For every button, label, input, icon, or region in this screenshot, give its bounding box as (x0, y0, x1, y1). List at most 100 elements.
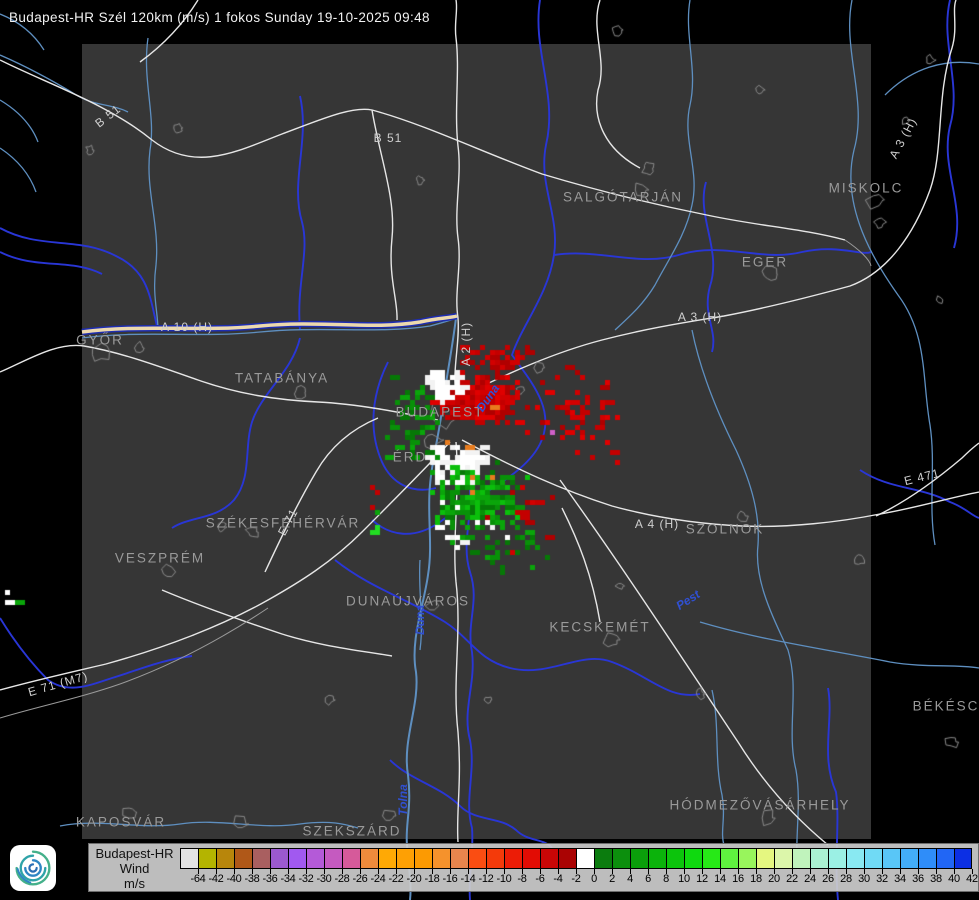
legend-tick-label: -22 (388, 873, 404, 885)
legend-swatch (522, 848, 540, 869)
legend-tick-label: 28 (840, 873, 852, 885)
legend-tick-label: 10 (678, 873, 690, 885)
legend-tick-label: -28 (334, 873, 350, 885)
legend-tick-label: -2 (571, 873, 581, 885)
legend-tick-label: 22 (786, 873, 798, 885)
legend-swatch (468, 848, 486, 869)
legend-swatch (432, 848, 450, 869)
legend-swatch (378, 848, 396, 869)
legend-swatch (450, 848, 468, 869)
legend-swatch (882, 848, 900, 869)
legend-tick-label: -36 (262, 873, 278, 885)
legend-tick-label: -42 (208, 873, 224, 885)
legend-tick-label: 0 (591, 873, 597, 885)
legend-swatch (558, 848, 576, 869)
legend-numbers: -64 -42 -40 -38 -36 -34 -32 -30 -28 -26 -24 -22 -20-… (180, 873, 979, 887)
legend-swatch (828, 848, 846, 869)
legend-swatch (612, 848, 630, 869)
legend-tick-label: 38 (930, 873, 942, 885)
legend-tick-label: -40 (226, 873, 242, 885)
legend-tick-label: -24 (370, 873, 386, 885)
legend-tick-label: -14 (460, 873, 476, 885)
legend-tick-label: -16 (442, 873, 458, 885)
legend-tick-label: 20 (768, 873, 780, 885)
legend-tick-label: 36 (912, 873, 924, 885)
legend-swatch (864, 848, 882, 869)
legend-tick-label: 26 (822, 873, 834, 885)
legend-tick-label: -38 (244, 873, 260, 885)
legend-swatch (540, 848, 558, 869)
legend-tick-label: 42 (966, 873, 978, 885)
legend-swatch (630, 848, 648, 869)
legend-swatch (666, 848, 684, 869)
legend-swatch (738, 848, 756, 869)
legend-tick-label: -6 (535, 873, 545, 885)
legend-unit: m/s (124, 876, 145, 891)
legend-product: Budapest-HR (95, 846, 174, 861)
storm-spiral-icon (15, 850, 51, 886)
legend-tick-label: -32 (298, 873, 314, 885)
legend-swatch (810, 848, 828, 869)
legend-swatch (792, 848, 810, 869)
legend-tick-label: 34 (894, 873, 906, 885)
legend-bar: Budapest-HR Wind m/s -64 -42 -40 -38 -36 -34-… (0, 843, 979, 900)
legend-swatch (252, 848, 270, 869)
legend-tick-label: 24 (804, 873, 816, 885)
legend-tick-label: 4 (627, 873, 633, 885)
legend-swatch (900, 848, 918, 869)
radar-display: GYŐR SALGÓTARJÁN EGER MISKOLC TATABÁNYA BUDAP… (0, 0, 979, 900)
legend-swatch (414, 848, 432, 869)
legend-tick-label: 40 (948, 873, 960, 885)
legend-tick-label: 2 (609, 873, 615, 885)
radar-echoes (0, 0, 979, 900)
legend-tick-label: 6 (645, 873, 651, 885)
storm-spiral-logo (10, 845, 56, 891)
legend-swatch (936, 848, 954, 869)
legend-swatch (576, 848, 594, 869)
legend-tick-label: -10 (496, 873, 512, 885)
legend-swatch (306, 848, 324, 869)
legend-swatch (486, 848, 504, 869)
legend-swatch (396, 848, 414, 869)
legend-swatch (216, 848, 234, 869)
legend-swatch (198, 848, 216, 869)
legend-swatch (288, 848, 306, 869)
legend-swatch (342, 848, 360, 869)
legend-swatch (360, 848, 378, 869)
legend-swatch (324, 848, 342, 869)
legend-swatch (702, 848, 720, 869)
legend-swatch (846, 848, 864, 869)
legend-tick-label: -18 (424, 873, 440, 885)
legend-swatch (774, 848, 792, 869)
legend-swatch (756, 848, 774, 869)
legend-colorbar (180, 848, 972, 869)
legend-swatch (234, 848, 252, 869)
legend-swatch (954, 848, 972, 869)
legend-title: Budapest-HR Wind m/s (89, 846, 180, 891)
legend-swatch (918, 848, 936, 869)
legend-box: Budapest-HR Wind m/s -64 -42 -40 -38 -36 -34-… (88, 843, 979, 892)
legend-tick-label: 14 (714, 873, 726, 885)
legend-swatch (684, 848, 702, 869)
legend-tick-label: 18 (750, 873, 762, 885)
legend-tick-label: -26 (352, 873, 368, 885)
legend-swatch (180, 848, 198, 869)
legend-swatch (504, 848, 522, 869)
legend-field: Wind (119, 861, 150, 876)
legend-tick-label: -34 (280, 873, 296, 885)
legend-tick-label: 30 (858, 873, 870, 885)
legend-swatch (720, 848, 738, 869)
legend-swatch (594, 848, 612, 869)
legend-tick-label: -20 (406, 873, 422, 885)
legend-tick-label: -64 (190, 873, 206, 885)
legend-tick-label: 12 (696, 873, 708, 885)
legend-tick-label: 32 (876, 873, 888, 885)
legend-tick-label: -8 (517, 873, 527, 885)
legend-tick-label: 16 (732, 873, 744, 885)
legend-swatch (648, 848, 666, 869)
page-title: Budapest-HR Szél 120km (m/s) 1 fokos Sun… (9, 10, 430, 25)
legend-tick-label: -12 (478, 873, 494, 885)
legend-tick-label: -4 (553, 873, 563, 885)
legend-tick-label: 8 (663, 873, 669, 885)
legend-tick-label: -30 (316, 873, 332, 885)
